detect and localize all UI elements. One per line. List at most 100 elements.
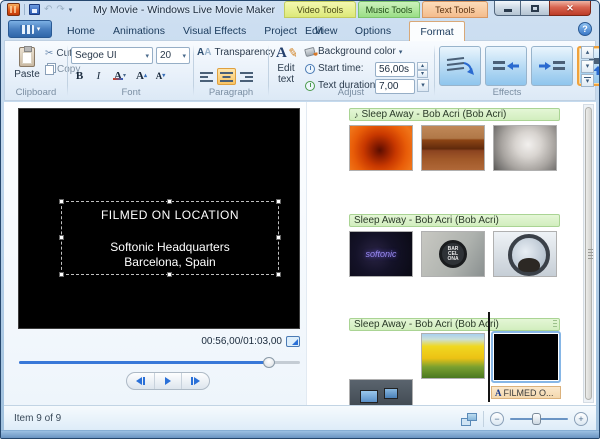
gallery-more-button[interactable]: ▾ [581,74,594,87]
italic-button[interactable]: I [90,67,107,84]
tab-visual-effects[interactable]: Visual Effects [174,21,255,40]
font-size-combobox[interactable]: 20 ▾ [156,47,190,64]
music-track-bar-3[interactable]: Sleep Away - Bob Acri (Bob Acri) [349,318,560,331]
gallery-scroll-up-button[interactable]: ▴ [581,46,594,59]
tab-edit[interactable]: Edit [291,21,337,40]
time-row: 00:56,00/01:03,00 [18,336,300,347]
bold-button[interactable]: B [71,67,88,84]
preview-monitor[interactable]: FILMED ON LOCATION Softonic Headquarters… [18,108,300,329]
contextual-header-text-tools[interactable]: Text Tools [422,1,488,18]
effect-slide-right-button[interactable] [531,46,573,86]
track-title-1: Sleep Away - Bob Acri (Bob Acri) [362,109,507,120]
undo-icon[interactable]: ↶ [44,4,52,15]
storyboard-scrollbar[interactable] [583,104,594,403]
window-bottom-frame [1,430,599,438]
spin-down-icon[interactable]: ▾ [417,70,428,78]
start-time-spinner[interactable]: ▴ ▾ [417,62,428,78]
zoom-in-button[interactable]: + [574,412,588,426]
gallery-scroll-down-button[interactable]: ▾ [581,60,594,73]
playback-controls [126,372,210,390]
close-button[interactable]: ✕ [549,1,591,16]
zoom-slider[interactable] [510,412,568,426]
tab-home[interactable]: Home [58,21,104,40]
tab-format-active[interactable]: Format [409,21,465,41]
font-color-button[interactable]: A ▾ [109,67,131,84]
thumbnail-flower[interactable] [349,125,413,171]
save-icon[interactable] [29,4,40,15]
seek-thumb[interactable] [263,357,275,368]
edit-text-button[interactable]: A ✎ Edit text [271,45,301,93]
music-track-bar-1[interactable]: ♪ Sleep Away - Bob Acri (Bob Acri) [349,108,560,121]
effect-sweep-button[interactable] [439,46,481,86]
app-window: ↶ ↷ ▾ My Movie - Windows Live Movie Make… [0,0,600,439]
music-track-bar-2[interactable]: Sleep Away - Bob Acri (Bob Acri) [349,214,560,227]
font-size-value: 20 [160,50,171,61]
maximize-icon [531,5,539,12]
next-frame-button[interactable] [182,373,209,389]
tab-options[interactable]: Options [344,21,402,40]
caption-line-2: Softonic Headquarters [62,240,278,254]
redo-icon[interactable]: ↷ [56,4,64,15]
playhead-indicator[interactable] [488,312,490,402]
resize-handle[interactable] [276,199,281,204]
thumbnail-title-slide-selected[interactable] [494,334,558,380]
effect-slide-left-button[interactable] [485,46,527,86]
thumbnail-round-window[interactable] [493,231,557,277]
resize-handle[interactable] [276,272,281,277]
application-menu-button[interactable]: ▾ [8,20,52,38]
grow-mark-icon: ▴ [144,72,147,79]
previous-frame-button[interactable] [127,373,155,389]
fullscreen-icon[interactable] [286,336,300,347]
panel-divider [306,102,307,405]
resize-handle[interactable] [167,199,172,204]
help-icon[interactable]: ? [578,22,592,36]
maximize-button[interactable] [521,1,549,16]
background-color-button[interactable]: Background color ▾ [305,46,402,57]
thumbnail-tulips[interactable] [421,333,485,379]
shrink-font-button[interactable]: A▾ [152,67,169,84]
text-caption-chip[interactable]: A FILMED O... [491,386,561,399]
seek-bar[interactable] [19,357,300,368]
minimize-icon [504,9,512,12]
zoom-thumb[interactable] [532,413,541,425]
thumbnail-desert[interactable] [421,125,485,171]
text-caption-icon: A [495,388,502,398]
tab-animations[interactable]: Animations [104,21,174,40]
thumbnail-size-icon[interactable] [461,413,477,426]
thumbnail-barcelona-sign[interactable]: BARCELONA [421,231,485,277]
contextual-header-music-tools[interactable]: Music Tools [358,1,420,18]
thumbnail-softonic-sign[interactable]: softonic [349,231,413,277]
track-end-marker [553,320,557,329]
font-family-combobox[interactable]: Segoe UI ▾ [71,47,153,64]
scrollbar-thumb[interactable] [585,107,592,400]
seek-progress [19,361,269,364]
gallery-scrollbar: ▴ ▾ ▾ [581,46,594,87]
play-button[interactable] [155,373,183,389]
align-center-icon [220,71,234,83]
paste-button[interactable]: Paste [11,45,43,87]
movie-maker-app-icon[interactable] [7,3,20,16]
font-color-swatch [113,78,123,80]
edit-text-label-2: text [278,74,294,85]
transparency-button[interactable]: AA Transparency [197,47,275,58]
spin-up-icon[interactable]: ▴ [417,62,428,70]
text-selection-box[interactable]: FILMED ON LOCATION Softonic Headquarters… [61,201,279,275]
align-left-button[interactable] [197,68,216,85]
start-time-field[interactable]: 56,00s [375,62,415,77]
copy-icon [45,65,54,75]
resize-handle[interactable] [167,272,172,277]
scissors-icon: ✂ [45,48,53,59]
grow-font-button[interactable]: A▴ [133,67,150,84]
zoom-out-button[interactable]: − [490,412,504,426]
paragraph-group-label: Paragraph [195,87,267,98]
align-right-button[interactable] [237,68,256,85]
minimize-button[interactable] [494,1,521,16]
group-separator [67,45,68,96]
resize-handle[interactable] [59,199,64,204]
thumbnail-koala[interactable] [493,125,557,171]
softonic-logo-text: softonic [365,249,396,259]
align-center-button-selected[interactable] [217,68,236,85]
contextual-header-video-tools[interactable]: Video Tools [284,1,356,18]
qat-dropdown-icon[interactable]: ▾ [69,6,73,14]
resize-handle[interactable] [59,272,64,277]
